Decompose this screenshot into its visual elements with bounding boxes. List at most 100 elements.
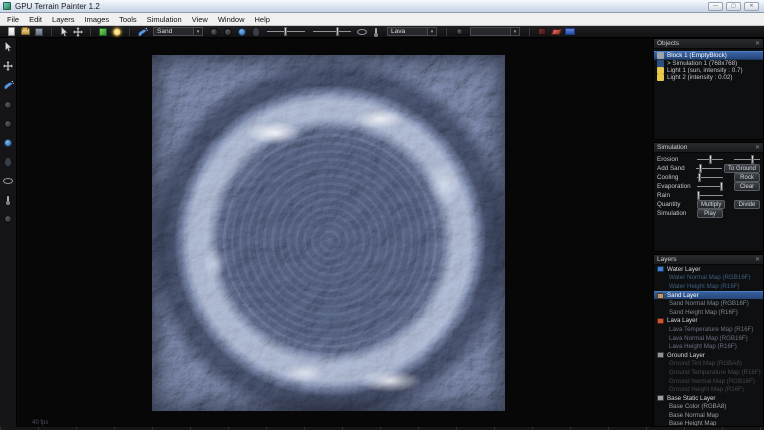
close-icon[interactable]: ✕ (755, 145, 760, 151)
fluid-type-dropdown[interactable]: Lava ▾ (387, 27, 437, 36)
sphere-tool-2[interactable] (2, 118, 15, 129)
red-mesh-button[interactable] (550, 26, 562, 37)
ring-tool[interactable] (2, 175, 15, 186)
sphere-tool-blue[interactable] (2, 137, 15, 148)
slider-handle[interactable] (751, 155, 754, 164)
menu-item-tools[interactable]: Tools (114, 15, 142, 24)
layer-item-water-normal-map-rgb16f[interactable]: Water Normal Map (RGB16F) (654, 274, 763, 283)
extra-dropdown[interactable]: ▾ (470, 27, 520, 36)
layer-item-base-height-map[interactable]: Base Height Map (654, 420, 763, 427)
slider-handle[interactable] (699, 164, 702, 173)
new-file-button[interactable] (5, 26, 17, 37)
spray-brush-button[interactable] (136, 26, 148, 37)
blue-block-button[interactable] (564, 26, 576, 37)
select-tool-button[interactable] (58, 26, 70, 37)
close-button[interactable]: ✕ (744, 2, 759, 11)
slider-handle[interactable] (284, 27, 287, 36)
layer-item-ground-normal-map-rgb16f[interactable]: Ground Normal Map (RGB16F) (654, 377, 763, 386)
erosion-slider-2[interactable] (734, 155, 760, 164)
light-tool-button[interactable] (111, 26, 123, 37)
sphere-tool-1[interactable] (2, 99, 15, 110)
to-ground-button[interactable]: To Ground (724, 164, 760, 173)
rain-slider[interactable] (697, 191, 723, 200)
menu-item-help[interactable]: Help (250, 15, 275, 24)
layer-item-ground-layer[interactable]: Ground Layer (654, 351, 763, 360)
layer-item-label: Ground Normal Map (RGB16F) (669, 378, 755, 385)
red-flag-button[interactable] (536, 26, 548, 37)
layer-item-water-layer[interactable]: Water Layer (654, 265, 763, 274)
layer-item-sand-layer[interactable]: Sand Layer (654, 291, 763, 300)
menu-item-images[interactable]: Images (80, 15, 115, 24)
layer-item-base-static-layer[interactable]: Base Static Layer (654, 394, 763, 403)
brush-material-dropdown[interactable]: Sand ▾ (153, 27, 203, 36)
slider-handle[interactable] (709, 155, 712, 164)
open-folder-icon (21, 28, 30, 35)
layer-item-water-height-map-r16f[interactable]: Water Height Map (R16F) (654, 282, 763, 291)
thermometer-tool-button[interactable] (370, 26, 382, 37)
object-item-light-1-sun-intensity-0-7[interactable]: Light 1 (sun, intensity : 0.7) (654, 67, 763, 74)
open-file-button[interactable] (19, 26, 31, 37)
menu-item-edit[interactable]: Edit (24, 15, 47, 24)
clear-button[interactable]: Clear (734, 182, 760, 191)
layer-item-base-color-rgba8[interactable]: Base Color (RGBA8) (654, 403, 763, 412)
layer-item-ground-height-map-r16f[interactable]: Ground Height Map (R16F) (654, 385, 763, 394)
slider-handle[interactable] (336, 27, 339, 36)
sim-row-label: Add Sand (657, 165, 696, 172)
layer-item-label: Water Height Map (R16F) (669, 283, 740, 290)
layer-item-sand-height-map-r16f[interactable]: Sand Height Map (R16F) (654, 308, 763, 317)
move-tool[interactable] (2, 61, 15, 72)
menu-item-layers[interactable]: Layers (47, 15, 80, 24)
sphere-brush-2-button[interactable] (222, 26, 234, 37)
layer-item-lava-layer[interactable]: Lava Layer (654, 317, 763, 326)
erosion-slider-1[interactable] (697, 155, 723, 164)
object-item-light-2-intensity-0-02[interactable]: Light 2 (intensity : 0.02) (654, 74, 763, 81)
ring-tool-button[interactable] (356, 26, 368, 37)
block-tool-button[interactable] (97, 26, 109, 37)
divide-button[interactable]: Divide (734, 200, 760, 209)
layer-item-lava-normal-map-rgb16f[interactable]: Lava Normal Map (RGB16F) (654, 334, 763, 343)
thermometer-tool[interactable] (2, 194, 15, 205)
layer-item-ground-temperature-map-r16f[interactable]: Ground Temperature Map (R16F) (654, 368, 763, 377)
droplet-tool[interactable] (2, 156, 15, 167)
brush-strength-slider[interactable] (313, 27, 351, 36)
rock-button[interactable]: Rock (734, 173, 760, 182)
close-icon[interactable]: ✕ (755, 257, 760, 263)
multiply-button[interactable]: Multiply (697, 200, 725, 209)
close-icon[interactable]: ✕ (755, 41, 760, 47)
move-tool-button[interactable] (72, 26, 84, 37)
layer-item-lava-height-map-r16f[interactable]: Lava Height Map (R16F) (654, 342, 763, 351)
play-button[interactable]: Play (697, 209, 723, 218)
menu-item-view[interactable]: View (187, 15, 213, 24)
layer-item-lava-temperature-map-r16f[interactable]: Lava Temperature Map (R16F) (654, 325, 763, 334)
minimize-button[interactable]: — (708, 2, 723, 11)
brush-size-slider[interactable] (267, 27, 305, 36)
cursor-tool[interactable] (2, 42, 15, 53)
object-item-label: Light 1 (sun, intensity : 0.7) (667, 67, 743, 74)
spray-brush-tool[interactable] (2, 80, 15, 91)
cooling-slider[interactable] (697, 173, 723, 182)
simulation-panel: Simulation ✕ ErosionAdd SandTo GroundCoo… (653, 142, 764, 252)
object-item-simulation-1-768x768[interactable]: > Simulation 1 (768x768) (654, 60, 763, 67)
layer-item-sand-normal-map-rgb16f[interactable]: Sand Normal Map (RGB16F) (654, 299, 763, 308)
sphere-brush-1-button[interactable] (208, 26, 220, 37)
menu-item-window[interactable]: Window (213, 15, 250, 24)
layer-item-ground-tint-map-rgba8[interactable]: Ground Tint Map (RGBA8) (654, 360, 763, 369)
layer-item-base-normal-map[interactable]: Base Normal Map (654, 411, 763, 420)
add-sand-slider[interactable] (696, 164, 722, 173)
evaporation-slider[interactable] (697, 182, 723, 191)
terrain-view[interactable] (152, 55, 505, 411)
object-item-block-1-emptyblock[interactable]: Block 1 (EmptyBlock) (654, 51, 763, 60)
sphere-small-button[interactable] (453, 26, 465, 37)
sphere-tool-3[interactable] (2, 213, 15, 224)
slider-handle[interactable] (720, 182, 723, 191)
slider-handle[interactable] (697, 191, 700, 200)
menu-item-file[interactable]: File (2, 15, 24, 24)
save-button[interactable] (33, 26, 45, 37)
menu-item-simulation[interactable]: Simulation (142, 15, 187, 24)
droplet-button[interactable] (250, 26, 262, 37)
layer-item-label: Sand Height Map (R16F) (669, 309, 738, 316)
slider-handle[interactable] (698, 173, 701, 182)
maximize-button[interactable]: ▢ (726, 2, 741, 11)
viewport[interactable]: 40 fps (18, 38, 653, 427)
sphere-brush-blue-button[interactable] (236, 26, 248, 37)
